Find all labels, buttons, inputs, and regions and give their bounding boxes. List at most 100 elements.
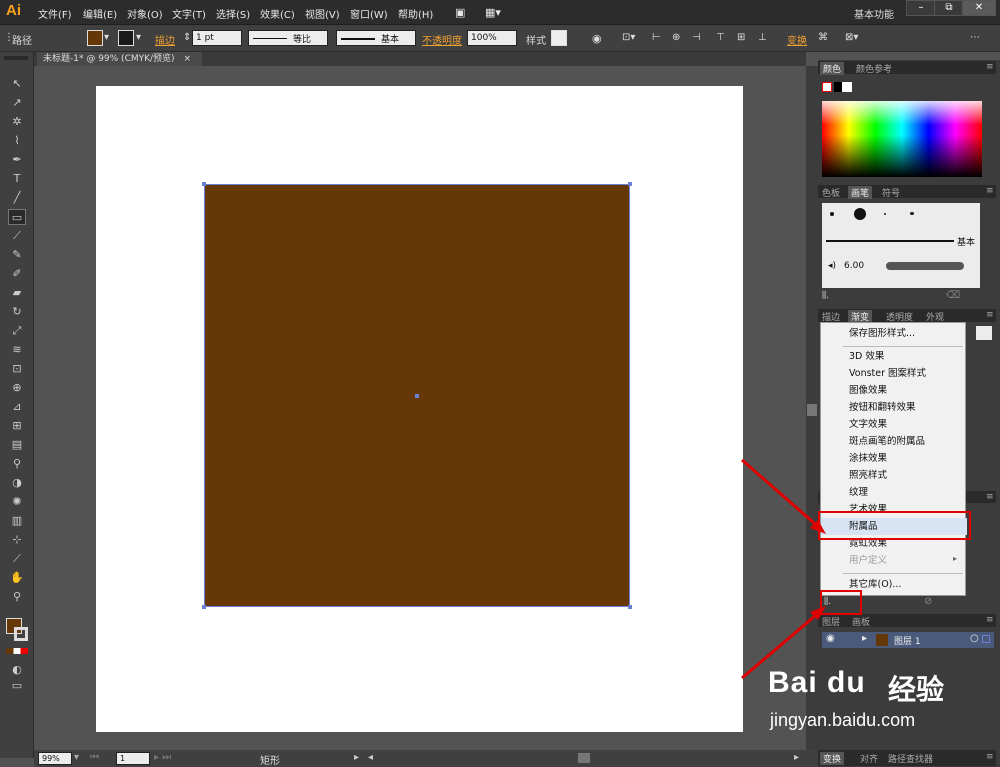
tab-align[interactable]: 对齐 (860, 752, 878, 765)
align-right-icon[interactable]: ⊣ (692, 32, 701, 43)
menu-item-blob-brush[interactable]: 斑点画笔的附属品 (821, 433, 967, 450)
align-bottom-icon[interactable]: ⊥ (758, 32, 767, 43)
brush-libraries-icon[interactable]: ⫼. (822, 291, 829, 301)
close-window-button[interactable]: ✕ (962, 0, 996, 16)
fill-swatch[interactable] (87, 30, 103, 46)
menu-item-illuminate[interactable]: 照亮样式 (821, 467, 967, 484)
lasso-icon[interactable]: ⌇ (8, 133, 26, 149)
scroll-thumb[interactable] (807, 404, 817, 416)
menu-help[interactable]: 帮助(H) (398, 6, 433, 21)
brush-definition[interactable]: 基本 (336, 30, 416, 46)
menu-item-save-styles[interactable]: 保存图形样式... (821, 325, 967, 342)
status-menu-icon[interactable]: ▸ (354, 752, 359, 763)
brush-dot-tiny[interactable] (884, 213, 886, 215)
perspective-icon[interactable]: ⊿ (8, 399, 26, 415)
selection-tool-icon[interactable]: ↖ (8, 76, 26, 92)
arrange-documents-icon[interactable]: ▦▾ (485, 6, 501, 19)
graph-icon[interactable]: ▥ (8, 513, 26, 529)
chevron-down-icon[interactable]: ▾ (104, 32, 109, 43)
menu-item-image-effects[interactable]: 图像效果 (821, 382, 967, 399)
recolor-icon[interactable]: ◉ (592, 32, 602, 45)
tab-pathfinder[interactable]: 路径查找器 (888, 752, 933, 765)
minimize-button[interactable]: – (906, 0, 936, 16)
panel-menu-icon[interactable]: ⋯ (970, 32, 980, 43)
panel-menu-icon[interactable]: ≡ (986, 186, 994, 196)
stroke-color-box[interactable] (14, 627, 28, 641)
menu-object[interactable]: 对象(O) (127, 6, 163, 21)
rotate-icon[interactable]: ↻ (8, 304, 26, 320)
anchor-point[interactable] (628, 605, 632, 609)
close-tab-icon[interactable]: × (183, 54, 191, 64)
opacity-field[interactable]: 100% (467, 30, 517, 46)
stroke-swatch[interactable] (118, 30, 134, 46)
pencil-icon[interactable]: ✎ (8, 247, 26, 263)
white-swatch[interactable] (842, 82, 852, 92)
menu-type[interactable]: 文字(T) (172, 6, 206, 21)
tab-color[interactable]: 颜色 (820, 62, 845, 75)
gradient-type-dropdown[interactable] (976, 326, 992, 340)
hand-icon[interactable]: ✋ (8, 570, 26, 586)
panel-menu-icon[interactable]: ≡ (986, 752, 994, 762)
artboard-icon[interactable]: ⊹ (8, 532, 26, 548)
isolate-icon[interactable]: ⌘ (818, 32, 828, 43)
brush-dot-large[interactable] (854, 208, 866, 220)
align-middle-icon[interactable]: ⊞ (737, 32, 745, 43)
panel-menu-icon[interactable]: ≡ (986, 615, 994, 625)
none-swatch[interactable] (822, 82, 832, 92)
page-field[interactable]: 1 (116, 752, 150, 765)
tab-swatches[interactable]: 色板 (822, 186, 840, 199)
mesh-icon[interactable]: ⊞ (8, 418, 26, 434)
tab-symbols[interactable]: 符号 (882, 186, 900, 199)
eraser-icon[interactable]: ▰ (8, 285, 26, 301)
align-left-icon[interactable]: ⊢ (652, 32, 661, 43)
menu-effect[interactable]: 效果(C) (260, 6, 295, 21)
symbol-sprayer-icon[interactable]: ✺ (8, 494, 26, 510)
graphic-style-swatch[interactable] (551, 30, 567, 46)
menu-item-button-rollover[interactable]: 按钮和翻转效果 (821, 399, 967, 416)
magic-wand-icon[interactable]: ✲ (8, 114, 26, 130)
anchor-point[interactable] (202, 182, 206, 186)
brush-dot-small[interactable] (830, 212, 834, 216)
envelope-icon[interactable]: ⊠▾ (845, 32, 858, 43)
break-link-icon[interactable]: ⊘ (924, 596, 932, 607)
align-center-icon[interactable]: ⊕ (672, 32, 680, 43)
chevron-down-icon[interactable]: ▾ (136, 32, 141, 43)
menu-item-vonster[interactable]: Vonster 图案样式 (821, 365, 967, 382)
slice-icon[interactable]: ⟋ (8, 551, 26, 567)
pen-icon[interactable]: ✒ (8, 152, 26, 168)
scale-icon[interactable]: ⤢ (8, 323, 26, 339)
drawing-mode-icon[interactable]: ◐ (8, 662, 26, 678)
screen-mode-icon[interactable]: ▭ (8, 678, 26, 694)
transform-label[interactable]: 变换 (787, 32, 807, 47)
opacity-label[interactable]: 不透明度 (422, 32, 462, 47)
align-to-icon[interactable]: ⊡▾ (622, 32, 635, 43)
layer-row[interactable]: ◉ ▸ 图层 1 ○ (822, 632, 994, 648)
menu-item-scribble[interactable]: 涂抹效果 (821, 450, 967, 467)
type-icon[interactable]: T (8, 171, 26, 187)
direct-select-icon[interactable]: ↗ (8, 95, 26, 111)
tab-artboards[interactable]: 画板 (852, 615, 870, 628)
brush-dot-oval[interactable] (910, 212, 914, 215)
shape-builder-icon[interactable]: ⊕ (8, 380, 26, 396)
bridge-icon[interactable]: ▣ (455, 6, 465, 19)
zoom-field[interactable]: 99% (38, 752, 72, 765)
menu-edit[interactable]: 编辑(E) (83, 6, 117, 21)
chevron-down-icon[interactable]: ▾ (74, 752, 79, 763)
blend-icon[interactable]: ◑ (8, 475, 26, 491)
zoom-icon[interactable]: ⚲ (8, 589, 26, 605)
first-page-icon[interactable]: ⏮ (90, 752, 99, 763)
stroke-weight-field[interactable]: 1 pt (192, 30, 242, 46)
brush-library[interactable]: 基本 ◂) 6.00 (822, 203, 980, 288)
blob-brush-icon[interactable]: ✐ (8, 266, 26, 282)
scroll-left-icon[interactable]: ◂ (368, 752, 373, 763)
line-icon[interactable]: ╱ (8, 190, 26, 206)
horizontal-scroll-thumb[interactable] (578, 753, 590, 763)
tab-brushes[interactable]: 画笔 (848, 186, 873, 199)
tab-color-guide[interactable]: 颜色参考 (856, 62, 892, 75)
layer-name[interactable]: 图层 1 (894, 634, 921, 647)
expand-triangle-icon[interactable]: ▸ (862, 633, 867, 644)
panel-menu-icon[interactable]: ≡ (986, 492, 994, 502)
next-page-icon[interactable]: ▸ ⏭ (154, 752, 171, 763)
rectangle-icon[interactable]: ▭ (8, 209, 26, 225)
brush-basic-line[interactable] (826, 240, 954, 242)
